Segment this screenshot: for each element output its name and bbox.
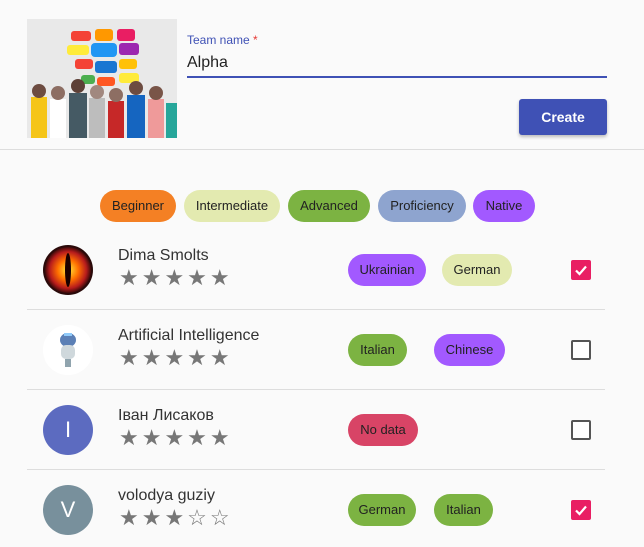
team-name-input[interactable]	[187, 50, 607, 78]
member-select-checkbox[interactable]	[571, 260, 591, 280]
avatar-initial-letter: V	[60, 497, 76, 522]
member-name: volodya guziy	[118, 487, 215, 504]
checkmark-icon	[575, 505, 587, 516]
member-select-checkbox[interactable]	[571, 420, 591, 440]
language-chip: German	[348, 494, 416, 526]
level-chip-native: Native	[473, 190, 535, 222]
star-rating: ★★★★★	[119, 425, 233, 450]
avatar-initial-letter: I	[64, 417, 72, 442]
team-image	[27, 19, 177, 138]
create-button[interactable]: Create	[519, 99, 607, 135]
member-row: Artificial Intelligence ★★★★★ Italian Chine…	[27, 310, 605, 390]
checkmark-icon	[575, 265, 587, 276]
member-name: Іван Лисаков	[118, 407, 214, 424]
language-chip: No data	[348, 414, 418, 446]
member-select-checkbox[interactable]	[571, 340, 591, 360]
avatar-initial: V	[43, 485, 93, 535]
avatar-initial: I	[43, 405, 93, 455]
level-chip-intermediate: Intermediate	[184, 190, 280, 222]
team-header: Team name * Create	[0, 0, 644, 150]
language-chip: Italian	[434, 494, 493, 526]
team-name-label-text: Team name	[187, 33, 250, 47]
language-chip: Ukrainian	[348, 254, 426, 286]
member-row: Dima Smolts ★★★★★ Ukrainian German	[27, 230, 605, 310]
level-chip-beginner: Beginner	[100, 190, 176, 222]
member-select-checkbox[interactable]	[571, 500, 591, 520]
avatar-robot-image	[43, 325, 93, 375]
level-chip-advanced: Advanced	[288, 190, 370, 222]
star-rating: ★★★★★	[119, 345, 233, 370]
required-mark: *	[253, 33, 258, 47]
language-chip: Italian	[348, 334, 407, 366]
member-name: Dima Smolts	[118, 247, 209, 264]
member-row: Vvolodya guziy ★★★☆☆ German Italian	[27, 470, 605, 547]
star-rating: ★★★☆☆	[119, 505, 233, 530]
star-rating: ★★★★★	[119, 265, 233, 290]
team-name-label: Team name *	[187, 33, 258, 47]
level-chip-proficiency: Proficiency	[378, 190, 466, 222]
language-chip: German	[442, 254, 512, 286]
language-chip: Chinese	[434, 334, 505, 366]
avatar-eye-image	[43, 245, 93, 295]
member-row: I Іван Лисаков ★★★★★ No data	[27, 390, 605, 470]
member-name: Artificial Intelligence	[118, 327, 260, 344]
